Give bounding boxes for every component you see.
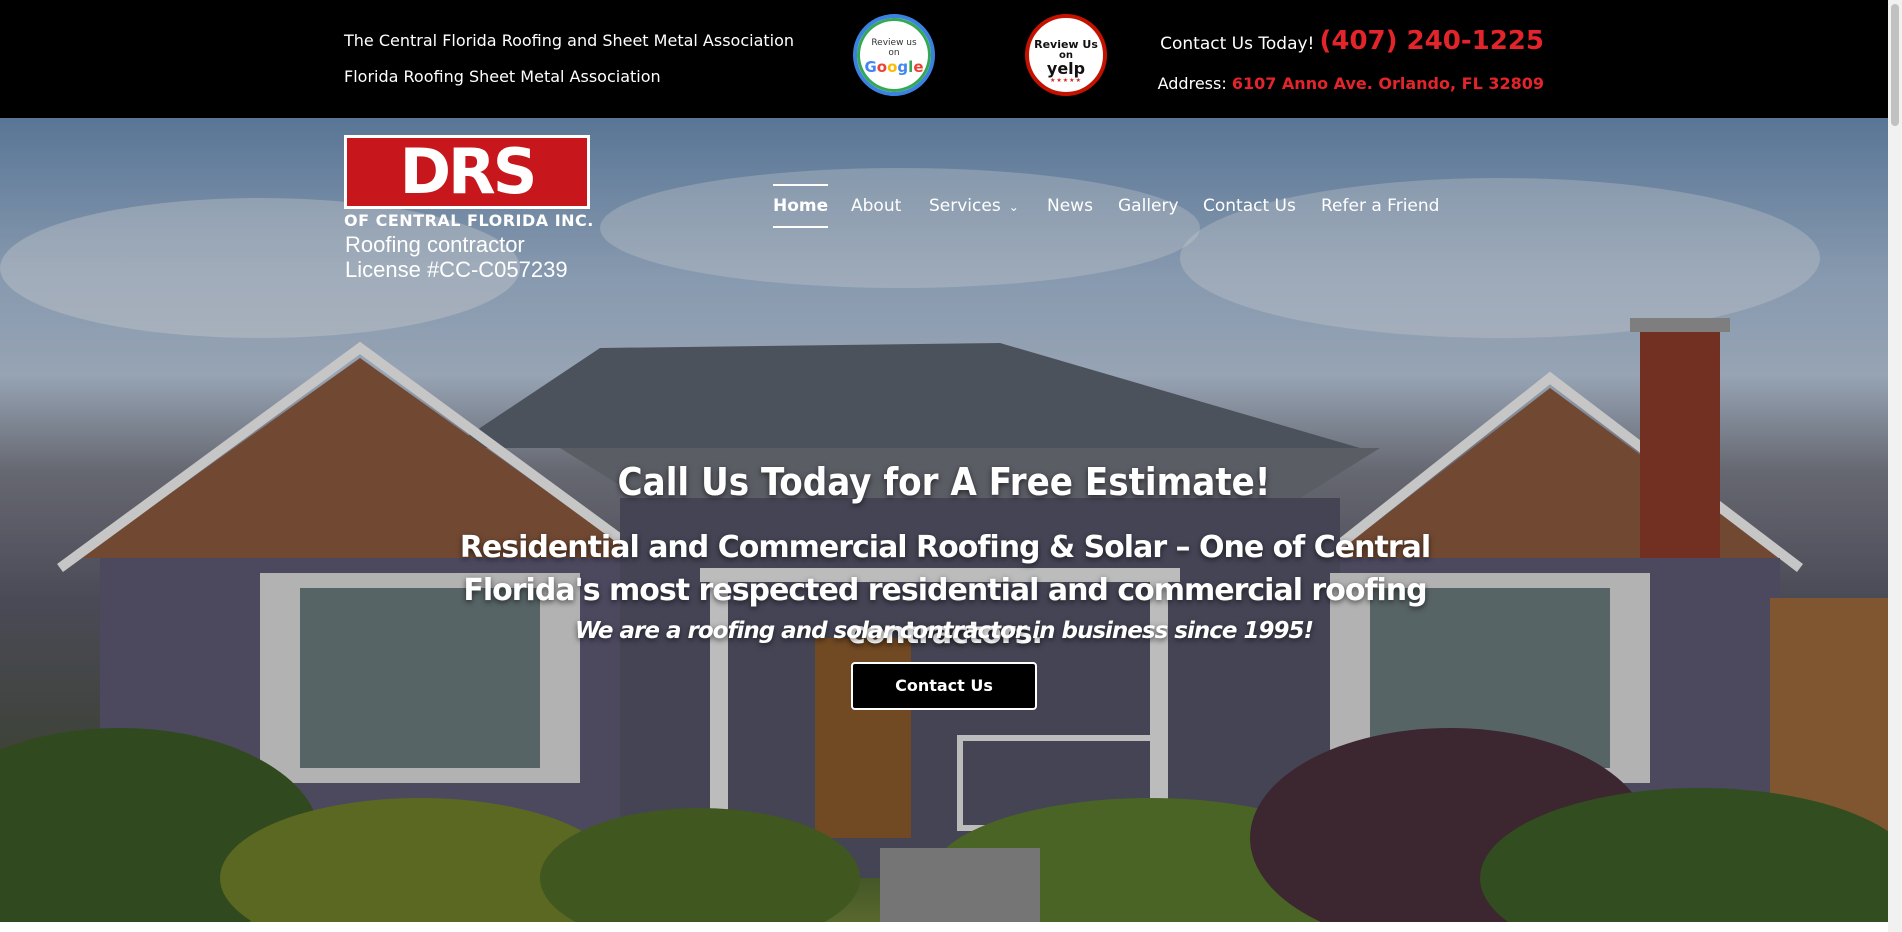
contact-line: Contact Us Today! (407) 240-1225 xyxy=(1160,26,1544,56)
yelp-review-badge[interactable]: Review Us on yelp ★★★★★ xyxy=(1025,14,1107,96)
google-logo-icon: Google xyxy=(864,58,924,76)
hero-section: DRS OF CENTRAL FLORIDA INC. Roofing cont… xyxy=(0,118,1888,922)
nav-item-news[interactable]: News xyxy=(1047,184,1093,228)
yelp-stars-icon: ★★★★★ xyxy=(1050,77,1082,84)
yelp-logo-icon: yelp xyxy=(1046,59,1086,78)
nav-item-home[interactable]: Home xyxy=(773,184,829,228)
scrollbar-thumb[interactable] xyxy=(1891,4,1899,126)
nav-item-gallery[interactable]: Gallery xyxy=(1118,184,1179,228)
address-link[interactable]: 6107 Anno Ave. Orlando, FL 32809 xyxy=(1232,74,1544,93)
association-link-central-florida[interactable]: The Central Florida Roofing and Sheet Me… xyxy=(344,31,794,50)
nav-item-services[interactable]: Services ⌄ xyxy=(929,184,1019,229)
address-prefix: Address: xyxy=(1157,74,1227,93)
nav-services-label: Services xyxy=(929,196,1001,216)
license-line-1: Roofing contractor xyxy=(345,232,525,257)
phone-link[interactable]: (407) 240-1225 xyxy=(1319,26,1544,56)
google-review-badge[interactable]: Review us on Google xyxy=(853,14,935,96)
nav-item-refer-a-friend[interactable]: Refer a Friend xyxy=(1321,184,1439,228)
hero-contact-button[interactable]: Contact Us xyxy=(851,662,1037,710)
license-line-2: License #CC-C057239 xyxy=(345,257,568,282)
hero-overlay xyxy=(0,118,1888,922)
chevron-down-icon: ⌄ xyxy=(1008,200,1019,214)
contact-prefix: Contact Us Today! xyxy=(1160,34,1315,54)
company-logo[interactable]: DRS OF CENTRAL FLORIDA INC. xyxy=(344,135,594,230)
page-scrollbar[interactable] xyxy=(1888,0,1902,932)
hero-heading: Call Us Today for A Free Estimate! xyxy=(617,460,1271,504)
google-badge-line1: Review us xyxy=(871,38,917,48)
address-line: Address: 6107 Anno Ave. Orlando, FL 3280… xyxy=(1158,74,1544,93)
logo-letters: DRS xyxy=(344,135,590,209)
logo-subtitle: OF CENTRAL FLORIDA INC. xyxy=(344,211,594,230)
google-badge-line2: on xyxy=(888,48,900,58)
association-link-florida-roofing[interactable]: Florida Roofing Sheet Metal Association xyxy=(344,67,661,86)
nav-item-contact-us[interactable]: Contact Us xyxy=(1203,184,1296,228)
top-bar: The Central Florida Roofing and Sheet Me… xyxy=(0,0,1902,118)
hero-tagline: We are a roofing and solar contractor in… xyxy=(575,618,1314,644)
nav-item-about[interactable]: About xyxy=(851,184,901,228)
